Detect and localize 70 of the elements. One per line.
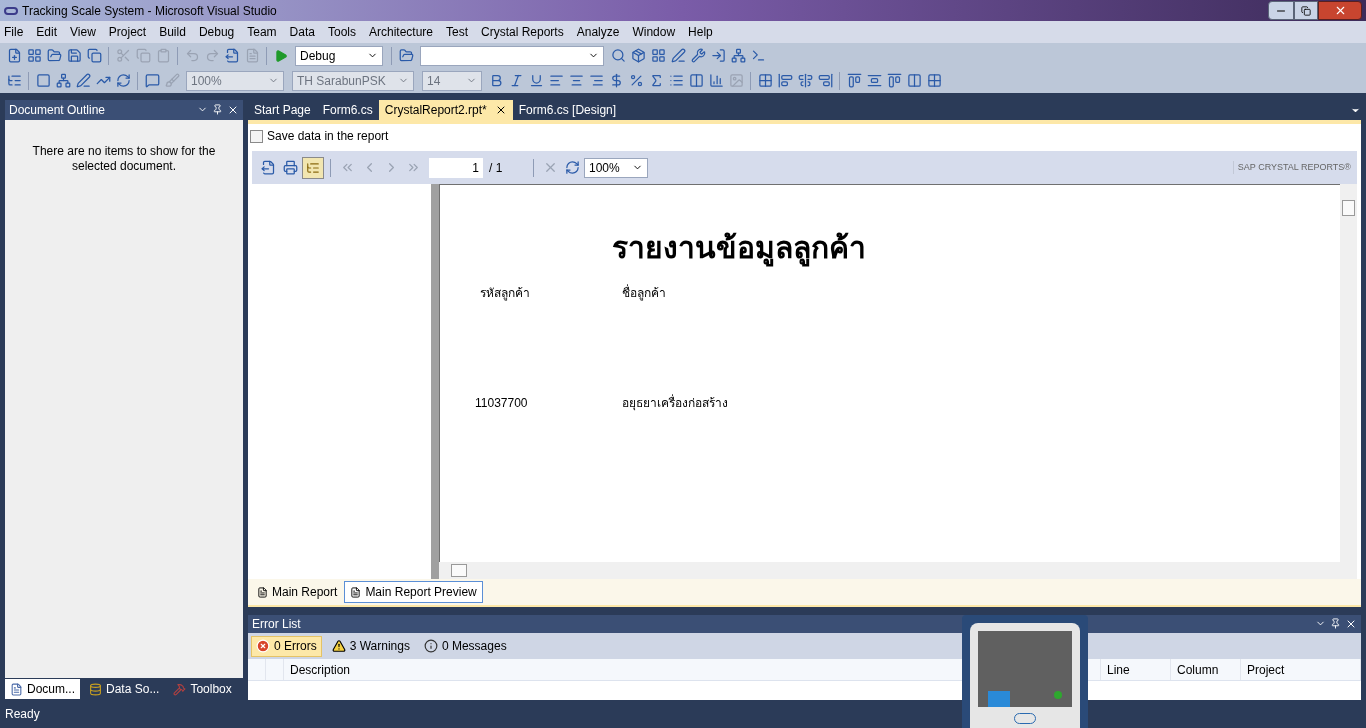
menu-item[interactable]: Project [108,23,147,41]
menu-item[interactable]: Debug [198,23,235,41]
close-icon [227,104,239,116]
column-header[interactable]: Line [1101,659,1171,680]
editor-tab[interactable]: CrystalReport2.rpt* [378,100,513,120]
horizontal-scrollbar[interactable] [439,562,1357,579]
menu-item[interactable]: Analyze [576,23,620,41]
panel-title: Document Outline [9,102,106,119]
view-tab[interactable]: Main Report [252,581,343,603]
menu-item[interactable]: Tools [327,23,356,41]
page-field[interactable]: 1 [429,157,483,178]
menu-item[interactable]: Test [446,23,468,41]
column-header[interactable]: Column [1171,659,1241,680]
menu-item[interactable]: Edit [36,23,58,41]
info-icon [423,639,438,653]
window-title: Tracking Scale System - Microsoft Visual Studio [22,2,277,20]
column-header: ชื่อลูกค้า [622,284,666,302]
menu-item[interactable]: Crystal Reports [481,23,564,41]
hammer-icon [173,682,187,696]
report-cell: อยุธยาเครื่องก่อสร้าง [622,394,728,412]
document-icon [257,586,268,598]
panel-tab[interactable]: Docum... [5,679,80,699]
editor-tab[interactable]: Form6.cs [Design] [512,100,623,120]
status-text: Ready [5,706,40,723]
panel-title: Error List [252,616,301,633]
filter-button[interactable]: 0 Errors [251,635,322,657]
view-tab[interactable]: Main Report Preview [344,581,483,603]
menu-item[interactable]: Window [632,23,676,41]
group-tree-icon[interactable] [302,156,324,179]
panel-tab[interactable]: Toolbox [168,679,237,699]
viewer-zoom-dropdown[interactable]: 100% [584,157,648,178]
warning-icon [331,639,346,653]
menu-item[interactable]: Build [159,23,186,41]
close-button[interactable] [1318,1,1362,20]
search-combo[interactable] [420,45,604,66]
document-icon [350,586,362,598]
pin-icon [1330,618,1341,629]
vertical-scrollbar[interactable] [1340,184,1357,562]
configuration-dropdown[interactable]: Debug [295,45,383,66]
editor-tab[interactable]: Form6.cs [316,100,379,120]
menu-item[interactable]: Data [289,23,315,41]
editor-tab[interactable]: Start Page [248,100,317,120]
filter-button[interactable]: 0 Messages [419,635,511,657]
zoom-dropdown[interactable]: 100% [186,70,284,91]
restore-button[interactable] [1294,1,1318,20]
database-icon [89,682,102,696]
app-icon [4,6,18,15]
column-header: รหัสลูกค้า [480,285,531,302]
font-size-dropdown[interactable]: 14 [422,70,482,91]
report-title: รายงานข้อมูลลูกค้า [612,225,866,270]
menu-item[interactable]: Help [688,23,713,41]
document-icon [10,682,23,696]
minimize-button[interactable] [1268,1,1294,20]
page-total: / 1 [489,159,504,177]
report-cell-text: 11037700 [475,395,529,412]
menu-item[interactable]: File [4,23,24,41]
pin-icon [212,104,223,115]
save-data-checkbox[interactable]: Save data in the report [248,124,1361,148]
close-icon [1345,618,1357,630]
font-dropdown[interactable]: TH SarabunPSK [292,70,414,91]
restore-icon [1301,5,1311,16]
menu-item[interactable]: Architecture [368,23,433,41]
filter-button[interactable]: 3 Warnings [327,635,414,657]
menu-item[interactable]: View [70,23,96,41]
panel-tab[interactable]: Data So... [84,679,165,699]
menu-item[interactable]: Team [247,23,277,41]
brand-label: SAP CRYSTAL REPORTS® [1232,160,1351,175]
column-header[interactable]: Project [1241,659,1361,680]
error-icon [256,639,270,653]
empty-message: There are no items to show for the selected document. [31,144,217,175]
